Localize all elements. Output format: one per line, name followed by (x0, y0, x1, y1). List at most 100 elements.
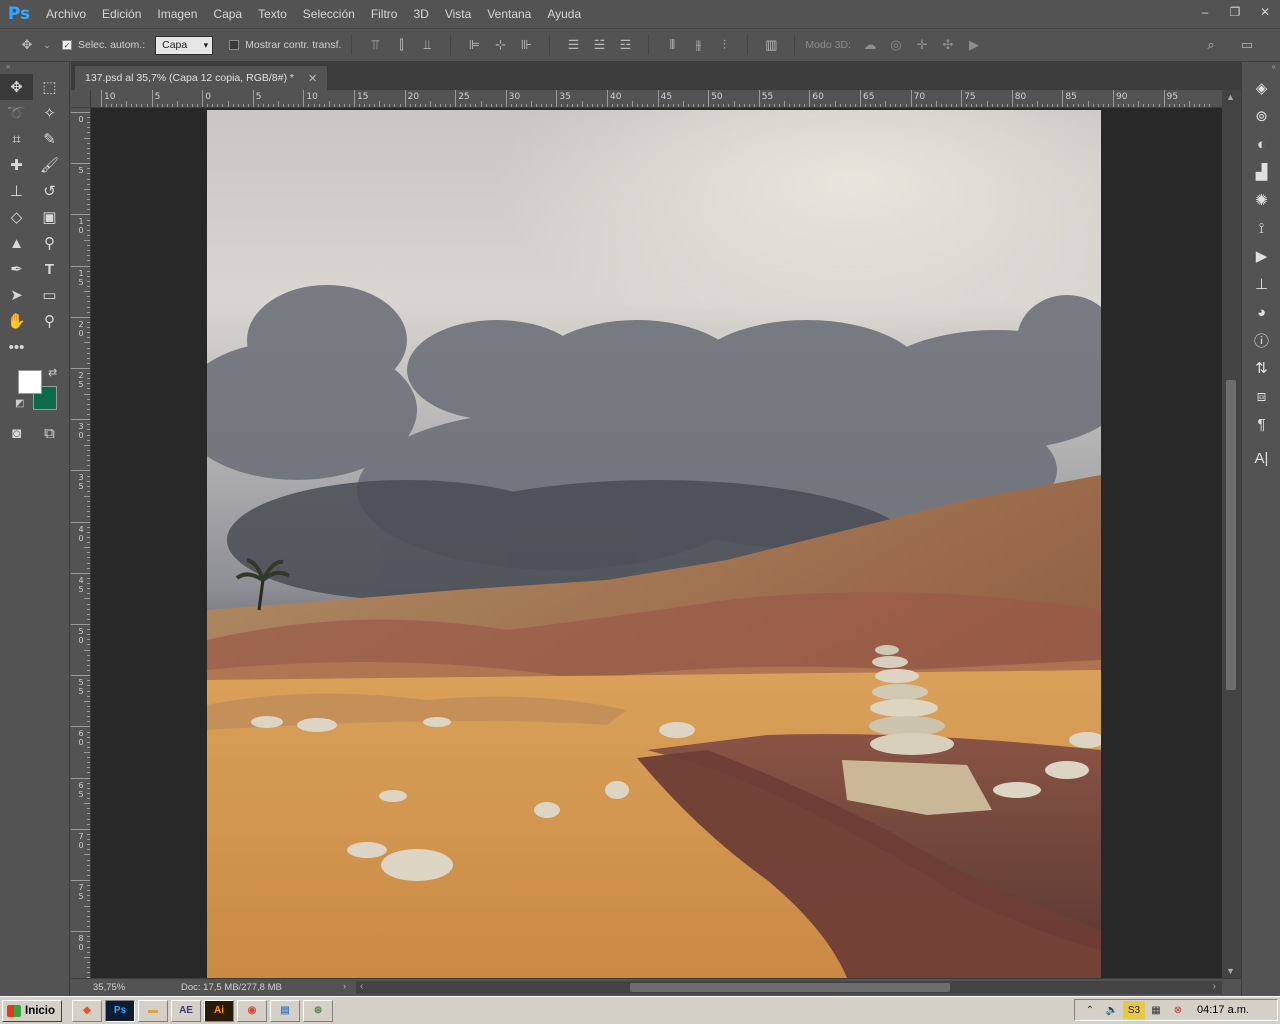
move-tool-icon[interactable]: ✥ (0, 74, 33, 100)
vertical-scrollbar[interactable]: ▲ ▼ (1222, 90, 1241, 978)
menu-capa[interactable]: Capa (205, 0, 250, 28)
histogram-icon[interactable]: ▟ (1242, 158, 1280, 186)
swap-colors-icon[interactable]: ⇄ (48, 366, 57, 379)
history-brush-tool-icon[interactable]: ↺ (33, 178, 66, 204)
document-tab[interactable]: 137.psd al 35,7% (Capa 12 copia, RGB/8#)… (75, 66, 328, 90)
eyedropper-tool-icon[interactable]: ✎ (33, 126, 66, 152)
scroll-up-icon[interactable]: ▲ (1226, 92, 1235, 102)
close-button[interactable]: ✕ (1250, 0, 1280, 24)
close-icon[interactable]: ✕ (308, 72, 317, 85)
distribute-vcenter-icon[interactable]: ☱ (586, 34, 612, 56)
quick-mask-icon[interactable]: ◙ (0, 420, 33, 446)
dodge-tool-icon[interactable]: ⚲ (33, 230, 66, 256)
scroll-down-icon[interactable]: ▼ (1226, 966, 1235, 976)
file-explorer-icon[interactable]: ▬ (138, 999, 169, 1022)
channels-icon[interactable]: ⊚ (1242, 102, 1280, 130)
menu-archivo[interactable]: Archivo (38, 0, 94, 28)
clone-stamp-tool-icon[interactable]: ⊥ (0, 178, 33, 204)
chrome-icon[interactable]: ◉ (237, 999, 268, 1022)
color-icon[interactable]: ◕ (1242, 298, 1280, 326)
ruler-origin[interactable] (71, 90, 91, 108)
search-icon[interactable]: ⌕ (1198, 34, 1224, 56)
menu-texto[interactable]: Texto (250, 0, 295, 28)
workspace-icon[interactable]: ▭ (1234, 34, 1260, 56)
after-effects-icon[interactable]: AE (171, 999, 202, 1022)
brave-icon[interactable]: ◆ (72, 999, 103, 1022)
adjustments-icon[interactable]: ◐ (1242, 130, 1280, 158)
marquee-tool-icon[interactable]: ⬚ (33, 74, 66, 100)
collapse-icon[interactable]: « (0, 62, 69, 74)
brush-tool-icon[interactable]: 🖌 (33, 152, 66, 178)
menu-vista[interactable]: Vista (437, 0, 479, 28)
layers-icon[interactable]: ◈ (1242, 74, 1280, 102)
info-icon[interactable]: ⓘ (1242, 326, 1280, 354)
distribute-hcenter-icon[interactable]: ⫵ (685, 34, 711, 56)
character-icon[interactable]: A| (1242, 444, 1280, 472)
menu-ayuda[interactable]: Ayuda (539, 0, 589, 28)
horizontal-ruler[interactable]: 10 5 0 5 10 15 20 25 30 35 40 45 50 55 60 65 70 75 80 85 90 9… (91, 90, 1222, 108)
zoom-level[interactable]: 35,75% (93, 982, 125, 993)
menu-imagen[interactable]: Imagen (149, 0, 205, 28)
menu-seleccion[interactable]: Selección (295, 0, 363, 28)
scroll-left-icon[interactable]: ‹ (360, 981, 363, 992)
clock[interactable]: 04:17 a.m. (1197, 1004, 1249, 1016)
restore-button[interactable]: ❐ (1220, 0, 1250, 24)
gradient-tool-icon[interactable]: ▣ (33, 204, 66, 230)
notepad-icon[interactable]: ▤ (270, 999, 301, 1022)
distribute-right-icon[interactable]: ⫶ (711, 34, 737, 56)
chevron-right-icon[interactable]: › (343, 981, 346, 992)
foreground-color-swatch[interactable] (18, 370, 42, 394)
scroll-right-icon[interactable]: › (1213, 981, 1216, 992)
canvas-area[interactable] (91, 108, 1222, 978)
rectangle-tool-icon[interactable]: ▭ (33, 282, 66, 308)
align-right-icon[interactable]: ⊪ (513, 34, 539, 56)
actions-icon[interactable]: ▶ (1242, 242, 1280, 270)
auto-select-checkbox[interactable]: ✓ (62, 40, 72, 50)
more-tools-icon[interactable]: ••• (0, 334, 33, 360)
menu-3d[interactable]: 3D (405, 0, 436, 28)
magic-wand-tool-icon[interactable]: ✧ (33, 100, 66, 126)
align-left-icon[interactable]: ⊫ (461, 34, 487, 56)
menu-filtro[interactable]: Filtro (363, 0, 406, 28)
align-top-icon[interactable]: ⫪ (362, 34, 388, 56)
clone-source-icon[interactable]: ⊥ (1242, 270, 1280, 298)
illustrator-icon[interactable]: Ai (204, 999, 235, 1022)
menu-ventana[interactable]: Ventana (479, 0, 539, 28)
crop-tool-icon[interactable]: ⌗ (0, 126, 33, 152)
chevron-down-icon[interactable]: ⌄ (40, 34, 54, 56)
3d-icon[interactable]: ⧈ (1242, 382, 1280, 410)
paragraph-icon[interactable]: ¶ (1242, 410, 1280, 438)
horizontal-scroll-thumb[interactable] (630, 983, 950, 992)
history-icon[interactable]: ⇅ (1242, 354, 1280, 382)
pen-tool-icon[interactable]: ✒ (0, 256, 33, 282)
auto-select-option[interactable]: ✓ Selec. autom.: (62, 39, 145, 51)
hand-tool-icon[interactable]: ✋ (0, 308, 33, 334)
align-bottom-icon[interactable]: ⫫ (414, 34, 440, 56)
vertical-ruler[interactable]: 051015202530354045505560657075808 (71, 108, 91, 978)
zoom-tool-icon[interactable]: ⚲ (33, 308, 66, 334)
healing-brush-tool-icon[interactable]: ✚ (0, 152, 33, 178)
distribute-left-icon[interactable]: ⫴ (659, 34, 685, 56)
show-transform-option[interactable]: Mostrar contr. transf. (229, 39, 341, 51)
app-icon[interactable]: ⊛ (303, 999, 334, 1022)
distribute-top-icon[interactable]: ☰ (560, 34, 586, 56)
volume-icon[interactable]: 🔈 (1101, 1001, 1123, 1019)
network-icon[interactable]: ▦ (1145, 1001, 1167, 1019)
eraser-tool-icon[interactable]: ◇ (0, 204, 33, 230)
scale-3d-icon[interactable]: ▶ (961, 34, 987, 56)
security-icon[interactable]: ⊗ (1167, 1001, 1189, 1019)
s3-icon[interactable]: S3 (1123, 1001, 1145, 1019)
path-selection-tool-icon[interactable]: ➤ (0, 282, 33, 308)
roll-3d-icon[interactable]: ◎ (883, 34, 909, 56)
chevron-up-icon[interactable]: ⌃ (1079, 1001, 1101, 1019)
menu-edicion[interactable]: Edición (94, 0, 149, 28)
expand-panels-icon[interactable]: « (1242, 62, 1280, 74)
move-tool-preset-icon[interactable]: ✥ (14, 34, 40, 56)
screen-mode-icon[interactable]: ⧉ (33, 420, 66, 446)
pan-3d-icon[interactable]: ✛ (909, 34, 935, 56)
horizontal-scrollbar[interactable]: ‹ › (356, 981, 1222, 994)
blur-tool-icon[interactable]: ▲ (0, 230, 33, 256)
document-image[interactable] (207, 110, 1101, 978)
default-colors-icon[interactable]: ◩ (15, 398, 24, 409)
start-button[interactable]: Inicio (2, 999, 63, 1022)
